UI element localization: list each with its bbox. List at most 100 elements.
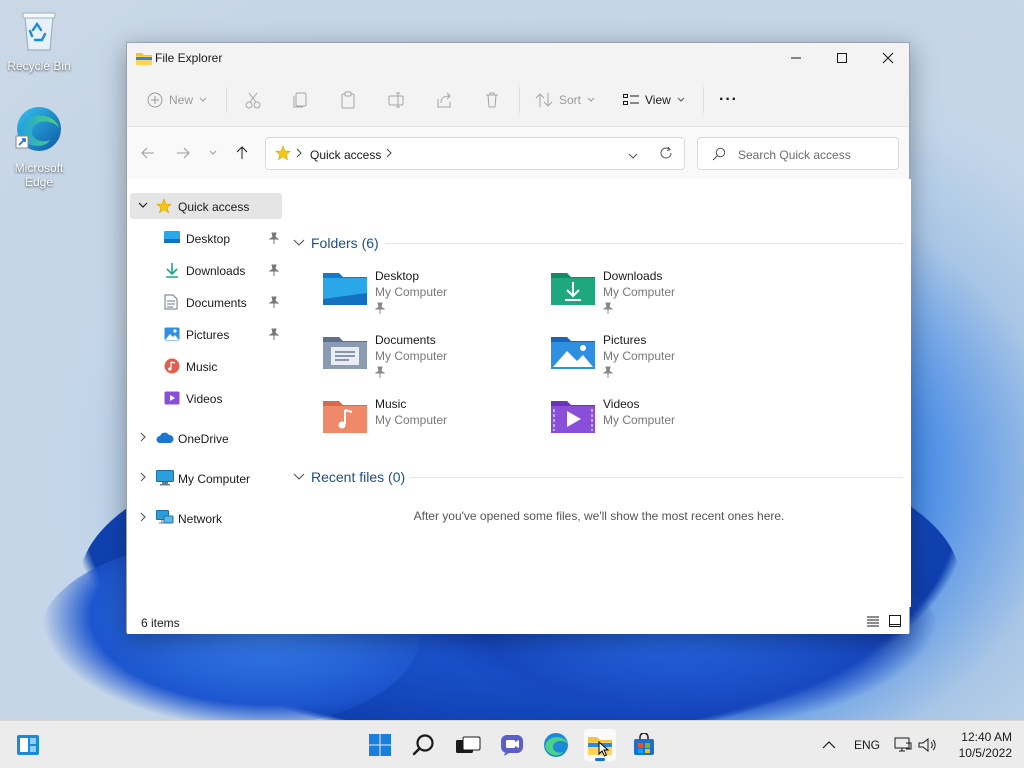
breadcrumb-location[interactable]: Quick access — [310, 148, 381, 162]
download-arrow-icon — [164, 262, 180, 281]
volume-icon[interactable] — [918, 721, 938, 768]
sidebar-item-label: My Computer — [178, 472, 251, 486]
sidebar-item-onedrive[interactable]: OneDrive — [130, 425, 282, 451]
start-button[interactable] — [364, 729, 396, 761]
sidebar-item-network[interactable]: Network — [130, 505, 282, 531]
view-button[interactable]: View — [623, 73, 685, 127]
chevron-down-icon[interactable] — [138, 199, 148, 213]
back-button[interactable] — [136, 141, 160, 165]
widgets-button[interactable] — [12, 729, 44, 761]
sidebar-item-videos[interactable]: Videos — [130, 385, 282, 411]
clock[interactable]: 12:40 AM 10/5/2022 — [946, 729, 1012, 761]
sidebar-item-quick-access[interactable]: Quick access — [130, 193, 282, 219]
folders-header-label: Folders (6) — [311, 235, 379, 251]
videos-folder-icon — [551, 397, 595, 436]
forward-button[interactable] — [171, 141, 195, 165]
cloud-icon — [156, 432, 174, 447]
desktop-icon-edge[interactable]: Microsoft Edge — [4, 104, 74, 189]
breadcrumb-chevron-icon[interactable] — [386, 147, 392, 161]
window-title: File Explorer — [155, 51, 223, 65]
divider — [703, 87, 704, 113]
desktop-icon-label: Recycle Bin — [7, 59, 71, 73]
chevron-right-icon[interactable] — [138, 431, 148, 445]
maximize-button[interactable] — [819, 43, 865, 73]
arrow-up-icon — [236, 146, 248, 159]
sidebar-item-label: Network — [178, 512, 223, 526]
sort-label: Sort — [559, 93, 582, 107]
sidebar-item-music[interactable]: Music — [130, 353, 282, 379]
folder-icon — [136, 51, 152, 68]
recent-files-section-header[interactable]: Recent files (0) — [293, 467, 405, 487]
sidebar-item-label: Downloads — [186, 264, 246, 278]
sidebar-item-label: OneDrive — [178, 432, 229, 446]
folder-name: Pictures — [603, 333, 647, 347]
pin-icon — [268, 232, 280, 247]
content-pane: Folders (6) Desktop My Computer Download… — [287, 179, 911, 607]
clock-date: 10/5/2022 — [958, 746, 1012, 760]
sidebar-item-documents[interactable]: Documents — [130, 289, 282, 315]
chevron-right-icon[interactable] — [138, 471, 148, 485]
folder-tile-pictures[interactable]: Pictures My Computer — [551, 331, 771, 387]
tiles-view-button[interactable] — [889, 615, 901, 630]
chevron-up-icon — [822, 741, 836, 749]
pin-icon — [602, 302, 614, 317]
new-button[interactable]: New — [147, 73, 207, 127]
minimize-button[interactable] — [773, 43, 819, 73]
recent-files-empty-message: After you've opened some files, we'll sh… — [413, 509, 785, 523]
show-hidden-icons-button[interactable] — [822, 721, 836, 768]
sidebar-item-downloads[interactable]: Downloads — [130, 257, 282, 283]
search-button[interactable] — [408, 729, 440, 761]
edge-taskbar-button[interactable] — [540, 729, 572, 761]
refresh-button[interactable] — [659, 146, 673, 163]
edge-icon — [4, 104, 74, 157]
sidebar-item-my-computer[interactable]: My Computer — [130, 465, 282, 491]
folders-section-header[interactable]: Folders (6) — [293, 233, 379, 253]
copy-button[interactable] — [291, 73, 309, 127]
folder-tile-music[interactable]: Music My Computer — [323, 395, 543, 451]
search-input[interactable]: Search Quick access — [697, 137, 899, 170]
cut-button[interactable] — [244, 73, 262, 127]
sidebar-item-label: Music — [186, 360, 218, 374]
folder-name: Downloads — [603, 269, 663, 283]
folder-tile-desktop[interactable]: Desktop My Computer — [323, 267, 543, 323]
store-icon — [634, 733, 654, 755]
item-count: 6 items — [141, 616, 180, 630]
address-bar[interactable]: Quick access — [265, 137, 685, 170]
folder-tile-downloads[interactable]: Downloads My Computer — [551, 267, 771, 323]
more-icon: ··· — [719, 91, 738, 108]
file-explorer-taskbar-button[interactable] — [584, 729, 616, 761]
sidebar-item-desktop[interactable]: Desktop — [130, 225, 282, 251]
details-view-button[interactable] — [867, 615, 879, 630]
rename-button[interactable] — [387, 73, 405, 127]
title-bar[interactable]: File Explorer — [127, 43, 909, 73]
folder-location: My Computer — [603, 285, 676, 299]
store-button[interactable] — [628, 729, 660, 761]
sidebar-item-label: Pictures — [186, 328, 230, 342]
paste-button[interactable] — [339, 73, 357, 127]
folder-tile-videos[interactable]: Videos My Computer — [551, 395, 771, 451]
copy-icon — [293, 92, 307, 108]
up-button[interactable] — [230, 141, 254, 165]
folder-tile-documents[interactable]: Documents My Computer — [323, 331, 543, 387]
recent-locations-button[interactable] — [201, 141, 225, 165]
desktop-icon-recycle-bin[interactable]: Recycle Bin — [4, 8, 74, 73]
mouse-cursor-icon — [598, 741, 610, 757]
language-indicator[interactable]: ENG — [854, 721, 880, 768]
task-view-button[interactable] — [452, 729, 484, 761]
share-button[interactable] — [435, 73, 453, 127]
delete-button[interactable] — [483, 73, 501, 127]
more-options-button[interactable]: ··· — [719, 73, 738, 127]
address-history-dropdown[interactable] — [628, 149, 638, 163]
chat-button[interactable] — [496, 729, 528, 761]
sort-button[interactable]: Sort — [535, 73, 595, 127]
network-status-icon[interactable] — [894, 721, 912, 768]
trash-icon — [486, 92, 498, 108]
new-label: New — [169, 93, 194, 107]
folder-name: Music — [375, 397, 407, 411]
downloads-folder-icon — [551, 269, 595, 308]
close-button[interactable] — [865, 43, 911, 73]
sidebar-item-pictures[interactable]: Pictures — [130, 321, 282, 347]
share-icon — [437, 92, 451, 108]
chevron-right-icon[interactable] — [138, 511, 148, 525]
chevron-down-icon — [293, 473, 305, 480]
